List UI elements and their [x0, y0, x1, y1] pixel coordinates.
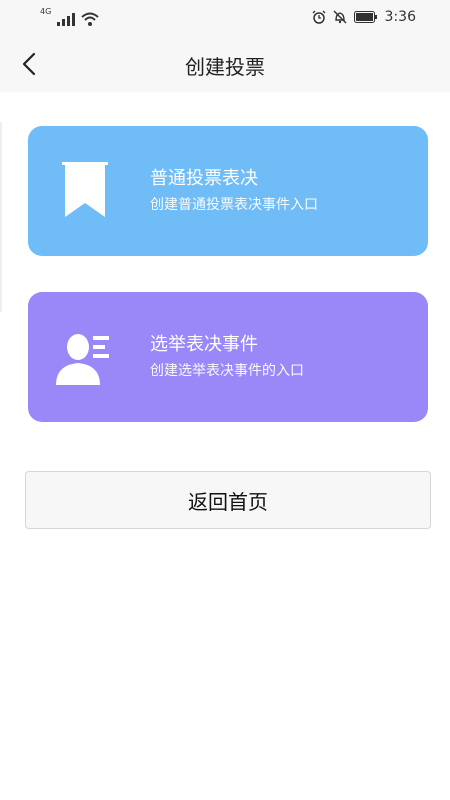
page-title: 创建投票 — [185, 55, 265, 79]
wifi-icon — [81, 12, 99, 26]
card-title: 选举表决事件 — [150, 334, 258, 355]
mute-bell-icon — [333, 10, 347, 24]
card-subtitle: 创建普通投票表决事件入口 — [150, 197, 318, 213]
nav-bar: 创建投票 — [0, 36, 450, 92]
return-home-button[interactable]: 返回首页 — [25, 471, 431, 529]
battery-icon — [353, 11, 377, 23]
bookmark-icon — [62, 162, 108, 217]
signal-icon — [57, 13, 76, 26]
status-right: 3:36 — [312, 9, 416, 25]
status-time: 3:36 — [384, 9, 416, 25]
card-normal-vote[interactable]: 普通投票表决 创建普通投票表决事件入口 — [28, 126, 428, 256]
network-type: 4G — [40, 7, 52, 16]
person-list-icon — [56, 334, 109, 385]
status-left: 4G — [40, 8, 99, 26]
alarm-icon — [312, 10, 326, 24]
card-election-vote[interactable]: 选举表决事件 创建选举表决事件的入口 — [28, 292, 428, 422]
status-bar: 4G 3:36 — [0, 0, 450, 36]
card-subtitle: 创建选举表决事件的入口 — [150, 363, 304, 379]
card-title: 普通投票表决 — [150, 168, 258, 189]
divider — [0, 122, 2, 312]
